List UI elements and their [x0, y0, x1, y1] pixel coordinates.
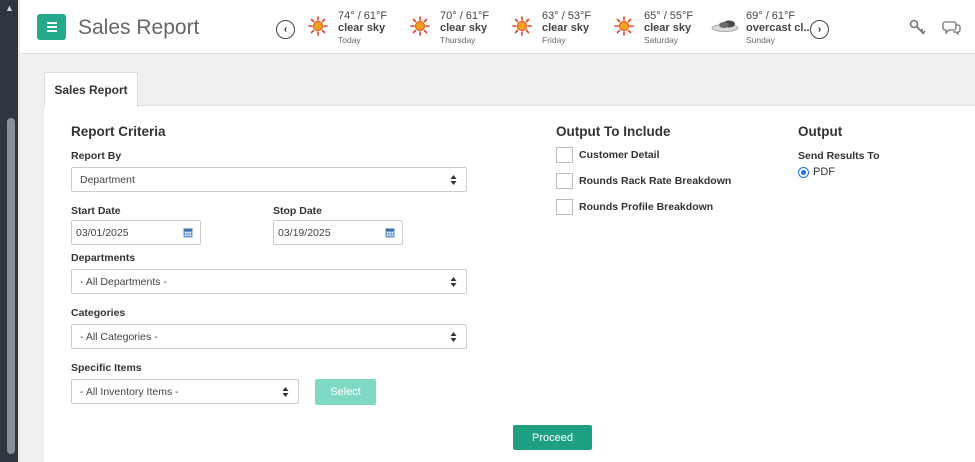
select-caret-icon: [450, 332, 457, 342]
weather-condition: clear sky: [440, 22, 488, 34]
checkbox-label: Customer Detail: [579, 149, 660, 161]
tab-sales-report[interactable]: Sales Report: [44, 72, 138, 107]
checkbox-label: Rounds Profile Breakdown: [579, 201, 714, 213]
sun-icon: [410, 16, 430, 36]
calendar-icon[interactable]: [385, 227, 395, 238]
departments-value: - All Departments -: [80, 275, 167, 288]
categories-select[interactable]: - All Categories -: [71, 324, 467, 349]
output-pdf-option[interactable]: PDF: [798, 166, 835, 178]
weather-day-name: Saturday: [644, 35, 679, 45]
weather-prev-button[interactable]: ‹: [276, 20, 295, 39]
radio-label: PDF: [813, 166, 835, 178]
sun-icon: [308, 16, 328, 36]
calendar-icon[interactable]: [183, 227, 193, 238]
output-title: Output: [798, 124, 843, 139]
weather-temp: 74° / 61°F: [338, 10, 388, 22]
specific-items-value: - All Inventory Items -: [80, 385, 179, 398]
weather-temp: 63° / 53°F: [542, 10, 592, 22]
app-header: Sales Report ‹ 74° / 61°F clear sky Toda…: [20, 0, 975, 54]
scroll-up-icon[interactable]: ▲: [5, 4, 14, 13]
output-include-title: Output To Include: [556, 124, 671, 139]
weather-day: 74° / 61°F clear sky Today: [306, 8, 406, 48]
weather-day-name: Today: [338, 35, 361, 45]
weather-condition: clear sky: [542, 22, 590, 34]
cloud-icon: [711, 20, 739, 32]
weather-day-name: Thursday: [440, 35, 476, 45]
stop-date-input[interactable]: 03/19/2025: [273, 220, 403, 245]
select-caret-icon: [282, 387, 289, 397]
customer-detail-checkbox[interactable]: [556, 147, 573, 163]
menu-icon: [46, 22, 57, 24]
weather-condition: overcast cl...: [746, 22, 813, 34]
start-date-input[interactable]: 03/01/2025: [71, 220, 201, 245]
report-panel: Sales Report Report Criteria Report By D…: [44, 72, 975, 462]
weather-day-name: Friday: [542, 35, 566, 45]
stop-date-value: 03/19/2025: [278, 226, 331, 239]
report-by-label: Report By: [71, 150, 122, 162]
select-caret-icon: [450, 277, 457, 287]
start-date-label: Start Date: [71, 205, 121, 217]
select-items-button[interactable]: Select: [315, 379, 376, 405]
start-date-value: 03/01/2025: [76, 226, 129, 239]
report-criteria-title: Report Criteria: [71, 124, 166, 139]
page-title: Sales Report: [78, 16, 200, 39]
scrollbar-edge: [18, 0, 20, 462]
categories-label: Categories: [71, 307, 126, 319]
specific-items-label: Specific Items: [71, 362, 142, 374]
sun-icon: [512, 16, 532, 36]
weather-day-name: Sunday: [746, 35, 775, 45]
categories-value: - All Categories -: [80, 330, 158, 343]
weather-day: 65° / 55°F clear sky Saturday: [612, 8, 712, 48]
sun-icon: [614, 16, 634, 36]
menu-button[interactable]: [37, 14, 66, 40]
rack-rate-checkbox[interactable]: [556, 173, 573, 189]
tab-bar: Sales Report: [44, 72, 975, 107]
report-by-select[interactable]: Department: [71, 167, 467, 192]
chat-icon[interactable]: [942, 18, 962, 36]
option-profile-breakdown[interactable]: Rounds Profile Breakdown: [556, 199, 713, 215]
menu-icon: [46, 30, 57, 32]
send-results-label: Send Results To: [798, 150, 880, 162]
weather-temp: 69° / 61°F: [746, 10, 796, 22]
weather-condition: clear sky: [644, 22, 692, 34]
select-caret-icon: [450, 175, 457, 185]
weather-day: 63° / 53°F clear sky Friday: [510, 8, 610, 48]
weather-temp: 65° / 55°F: [644, 10, 694, 22]
option-rack-rate-breakdown[interactable]: Rounds Rack Rate Breakdown: [556, 173, 731, 189]
weather-day: 70° / 61°F clear sky Thursday: [408, 8, 508, 48]
departments-label: Departments: [71, 252, 136, 264]
specific-items-select[interactable]: - All Inventory Items -: [71, 379, 299, 404]
option-customer-detail[interactable]: Customer Detail: [556, 147, 660, 163]
stop-date-label: Stop Date: [273, 205, 323, 217]
menu-icon: [46, 26, 57, 28]
pdf-radio[interactable]: [798, 166, 809, 178]
proceed-button[interactable]: Proceed: [513, 425, 592, 450]
weather-condition: clear sky: [338, 22, 386, 34]
checkbox-label: Rounds Rack Rate Breakdown: [579, 175, 732, 187]
weather-day: 69° / 61°F overcast cl... Sunday: [711, 8, 814, 48]
key-icon[interactable]: [908, 18, 928, 36]
window-scrollbar[interactable]: ▲: [0, 0, 20, 462]
report-by-value: Department: [80, 173, 135, 186]
weather-temp: 70° / 61°F: [440, 10, 490, 22]
scrollbar-thumb[interactable]: [7, 118, 15, 454]
weather-widget: ‹ 74° / 61°F clear sky Today 70° / 61°F …: [276, 8, 831, 48]
profile-breakdown-checkbox[interactable]: [556, 199, 573, 215]
weather-next-button[interactable]: ›: [810, 20, 829, 39]
departments-select[interactable]: - All Departments -: [71, 269, 467, 294]
